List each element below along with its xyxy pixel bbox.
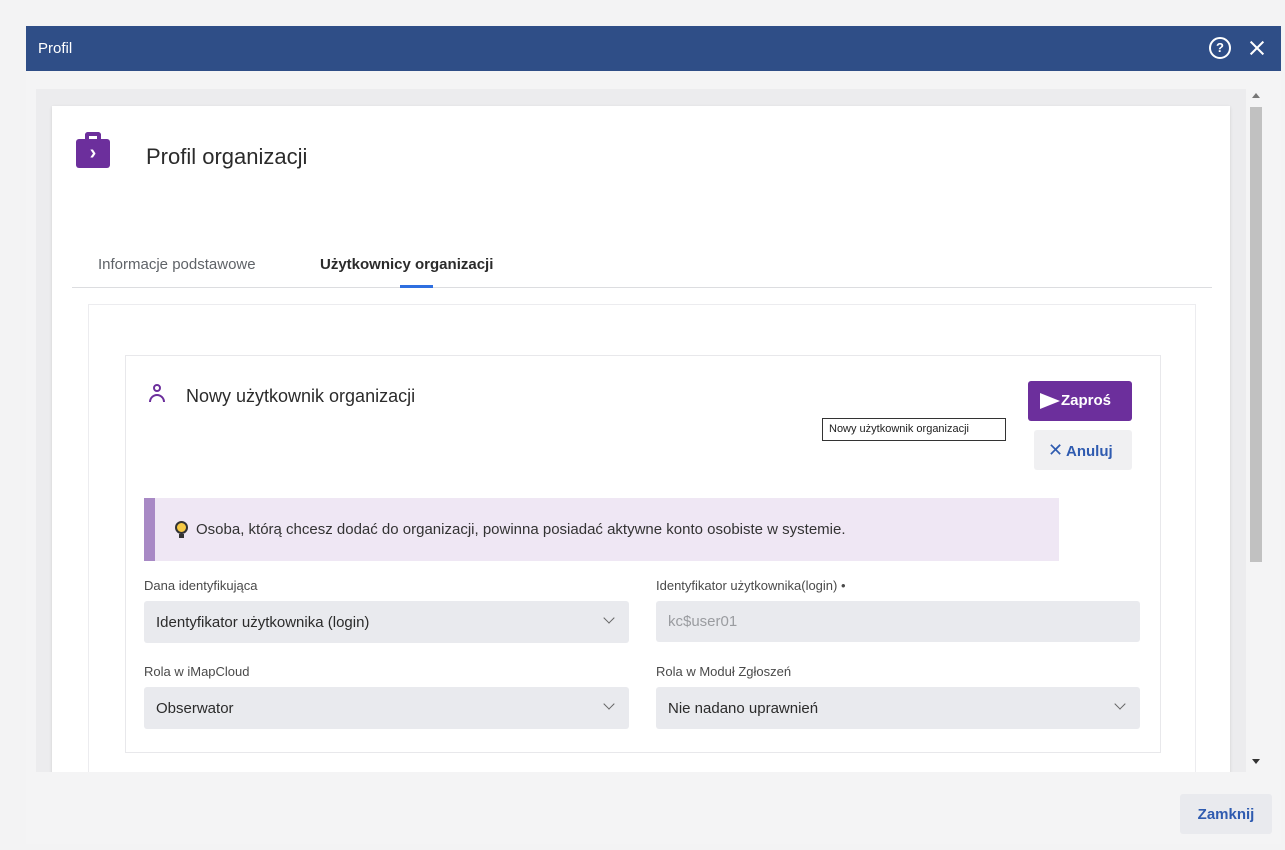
tab-bar: Informacje podstawowe Użytkownicy organi…	[72, 256, 1212, 288]
module-role-label: Rola w Moduł Zgłoszeń	[656, 664, 792, 679]
chevron-down-icon	[603, 612, 615, 624]
module-role-value: Nie nadano uprawnień	[668, 700, 819, 717]
imapcloud-role-label: Rola w iMapCloud	[144, 664, 250, 679]
section-title: Nowy użytkownik organizacji	[186, 386, 416, 406]
identifier-type-value: Identyfikator użytkownika (login)	[156, 614, 370, 631]
active-tab-indicator	[400, 285, 433, 288]
dialog-content: › Profil organizacji Informacje podstawo…	[36, 89, 1246, 772]
login-label: Identyfikator użytkownika(login) •	[656, 578, 846, 593]
notice-text: Osoba, którą chcesz dodać do organizacji…	[196, 521, 846, 538]
x-icon: ✕	[1048, 439, 1064, 460]
invite-button[interactable]: Zaproś	[1028, 381, 1132, 421]
module-role-select[interactable]: Nie nadano uprawnień	[656, 687, 1140, 729]
dialog-title: Profil	[38, 40, 73, 57]
cancel-button-label: Anuluj	[1066, 442, 1113, 460]
scroll-down-icon[interactable]	[1252, 759, 1260, 764]
imapcloud-role-select[interactable]: Obserwator	[144, 687, 629, 729]
send-icon	[1040, 392, 1060, 409]
scrollbar-thumb[interactable]	[1250, 107, 1262, 562]
chevron-down-icon	[603, 698, 615, 710]
tooltip: Nowy użytkownik organizacji	[822, 418, 1006, 441]
identifier-type-label: Dana identyfikująca	[144, 578, 258, 593]
briefcase-icon: ›	[76, 132, 110, 168]
close-icon[interactable]	[1245, 36, 1269, 60]
cancel-button[interactable]: ✕ Anuluj	[1034, 430, 1132, 470]
chevron-down-icon	[1114, 698, 1126, 710]
profile-dialog: Profil ? › Profil organizacji Informacje…	[26, 26, 1281, 844]
close-dialog-button[interactable]: Zamknij	[1180, 794, 1272, 834]
dialog-titlebar: Profil ?	[26, 26, 1281, 71]
page-title: Profil organizacji	[146, 144, 308, 169]
imapcloud-role-value: Obserwator	[156, 700, 234, 717]
login-field[interactable]: kc$user01	[656, 601, 1140, 642]
info-notice: Osoba, którą chcesz dodać do organizacji…	[144, 498, 1059, 561]
tab-basic-info[interactable]: Informacje podstawowe	[98, 256, 256, 273]
vertical-scrollbar[interactable]	[1248, 89, 1264, 772]
scroll-up-icon[interactable]	[1252, 93, 1260, 98]
profile-card: › Profil organizacji Informacje podstawo…	[52, 106, 1230, 772]
lightbulb-icon	[175, 521, 188, 538]
invite-button-label: Zaproś	[1061, 392, 1112, 410]
user-icon	[148, 384, 166, 402]
users-panel: Nowy użytkownik organizacji Zaproś Nowy …	[88, 304, 1196, 772]
new-user-form: Nowy użytkownik organizacji Zaproś Nowy …	[125, 355, 1161, 753]
tab-organization-users[interactable]: Użytkownicy organizacji	[320, 256, 493, 273]
help-icon[interactable]: ?	[1209, 37, 1231, 59]
identifier-type-select[interactable]: Identyfikator użytkownika (login)	[144, 601, 629, 643]
login-value: kc$user01	[668, 613, 738, 630]
